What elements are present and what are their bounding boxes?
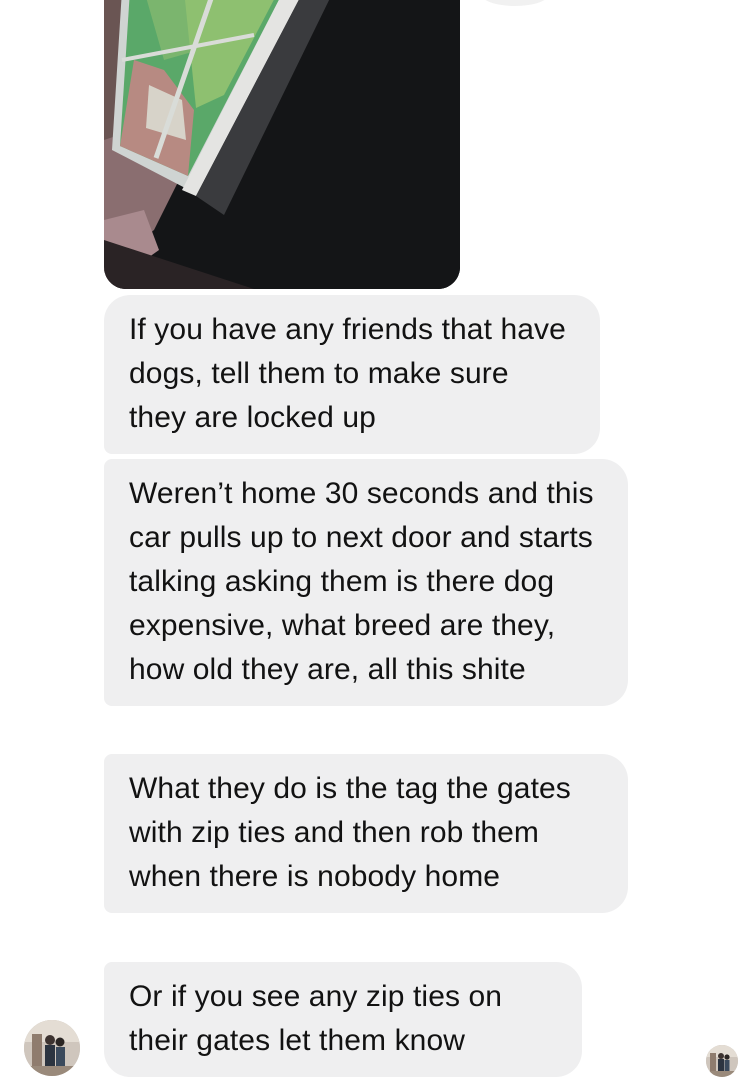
previous-bubble-edge: [480, 0, 550, 6]
message-bubble[interactable]: What they do is the tag the gates with z…: [104, 754, 628, 913]
message-bubble[interactable]: Weren’t home 30 seconds and this car pul…: [104, 459, 628, 706]
message-bubble[interactable]: Or if you see any zip ties on their gate…: [104, 962, 582, 1077]
message-bubble[interactable]: If you have any friends that have dogs, …: [104, 295, 600, 454]
seen-avatar: [706, 1045, 738, 1077]
sender-avatar[interactable]: [24, 1020, 80, 1076]
seen-avatar-icon: [706, 1045, 738, 1077]
message-text: What they do is the tag the gates with z…: [129, 772, 571, 893]
profile-photo-icon: [24, 1020, 80, 1076]
message-text: Or if you see any zip ties on their gate…: [129, 980, 503, 1057]
message-text: Weren’t home 30 seconds and this car pul…: [129, 477, 594, 686]
message-thread: If you have any friends that have dogs, …: [0, 0, 749, 1091]
photo-image: [104, 0, 460, 289]
message-text: If you have any friends that have dogs, …: [129, 313, 566, 434]
photo-attachment[interactable]: [104, 0, 460, 289]
